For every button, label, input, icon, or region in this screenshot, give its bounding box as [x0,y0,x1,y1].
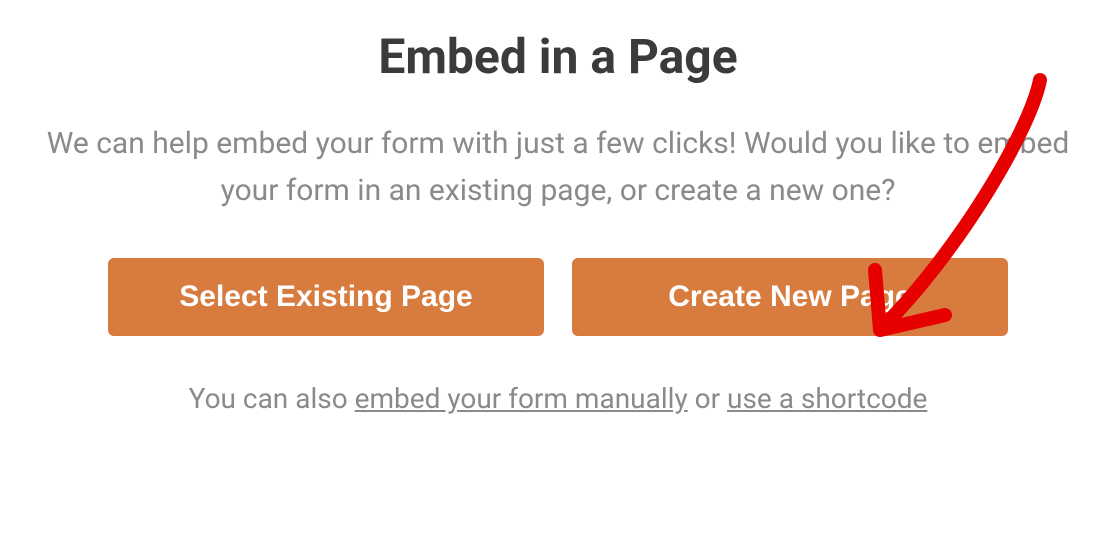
footer-middle: or [688,382,727,415]
button-row: Select Existing Page Create New Page [108,258,1008,336]
create-new-page-button[interactable]: Create New Page [572,258,1008,336]
footer-prefix: You can also [189,382,355,415]
use-shortcode-link[interactable]: use a shortcode [727,382,927,415]
page-title: Embed in a Page [378,28,737,85]
page-subtitle: We can help embed your form with just a … [38,121,1078,214]
select-existing-page-button[interactable]: Select Existing Page [108,258,544,336]
embed-manually-link[interactable]: embed your form manually [355,382,688,415]
footer-text: You can also embed your form manually or… [189,382,928,415]
